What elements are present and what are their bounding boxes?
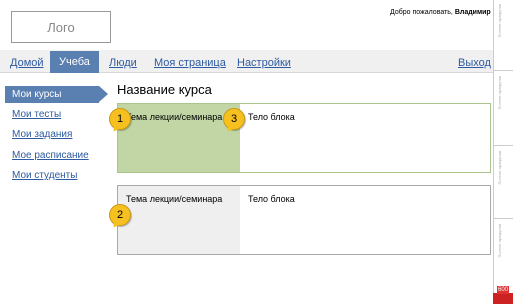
course-block[interactable]: Тема лекции/семинара Тело блока — [117, 103, 491, 173]
strip-label: Полное прокрутки — [497, 76, 502, 110]
sidebar-item-my-assignments[interactable]: Мои задания — [12, 129, 72, 140]
page-title: Название курса — [117, 82, 212, 97]
sidebar-item-my-schedule[interactable]: Мое расписание — [12, 150, 89, 161]
logo-text: Лого — [47, 19, 75, 35]
strip-divider — [494, 70, 513, 71]
strip-divider — [494, 145, 513, 146]
strip-bottom-value: 600 — [497, 286, 510, 294]
course-block[interactable]: Тема лекции/семинара Тело блока — [117, 185, 491, 255]
welcome-user: Владимир — [454, 9, 491, 16]
sidebar-item-my-students[interactable]: Мои студенты — [12, 170, 77, 181]
logo[interactable]: Лого — [11, 11, 111, 43]
nav-home[interactable]: Домой — [10, 57, 44, 69]
right-scroll-strip — [493, 0, 513, 304]
sidebar-item-my-tests[interactable]: Мои тесты — [12, 109, 61, 120]
block-topic-label: Тема лекции/семинара — [126, 194, 223, 204]
welcome-prefix: Добро пожаловать, — [390, 9, 455, 16]
welcome-text: Добро пожаловать, Владимир — [390, 9, 491, 16]
nav-study-label: Учеба — [59, 56, 90, 68]
sidebar-item-my-courses[interactable]: Мои курсы — [12, 89, 62, 100]
strip-label: Полное прокрутки — [497, 4, 502, 38]
nav-logout[interactable]: Выход — [458, 57, 491, 69]
strip-label: Полное прокрутки — [497, 224, 502, 258]
nav-study[interactable]: Учеба — [50, 51, 99, 73]
strip-bottom-marker — [493, 293, 513, 304]
block-body-label: Тело блока — [248, 194, 295, 204]
annotation-marker-3: 3 — [223, 108, 245, 130]
sidebar-active-arrow — [99, 86, 108, 102]
annotation-marker-1: 1 — [109, 108, 131, 130]
strip-label: Полное прокрутки — [497, 151, 502, 185]
annotation-marker-2: 2 — [109, 204, 131, 226]
block-body-label: Тело блока — [248, 112, 295, 122]
strip-divider — [494, 218, 513, 219]
nav-my-page[interactable]: Моя страница — [154, 57, 226, 69]
block-topic-label: Тема лекции/семинара — [126, 112, 223, 122]
nav-people[interactable]: Люди — [109, 57, 137, 69]
nav-settings[interactable]: Настройки — [237, 57, 291, 69]
block-topic-panel[interactable]: Тема лекции/семинара — [118, 104, 240, 172]
block-topic-panel[interactable]: Тема лекции/семинара — [118, 186, 240, 254]
